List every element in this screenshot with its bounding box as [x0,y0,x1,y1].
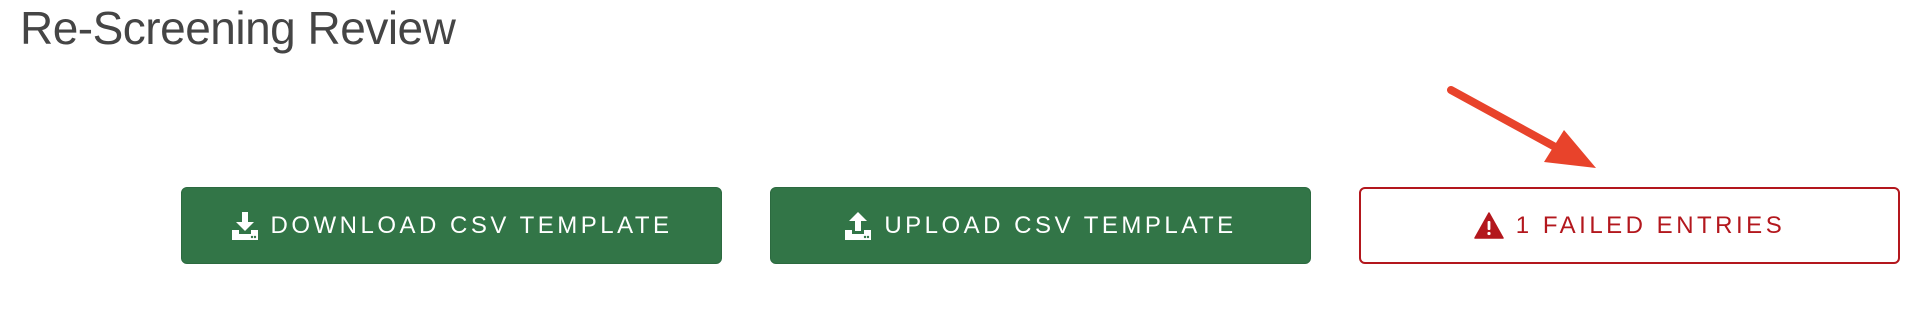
annotation-arrow-icon [1447,86,1596,168]
failed-entries-button[interactable]: 1 FAILED ENTRIES [1359,187,1900,264]
page-title: Re-Screening Review [20,2,456,54]
download-icon [231,211,259,241]
upload-csv-template-button[interactable]: UPLOAD CSV TEMPLATE [770,187,1311,264]
warning-icon [1474,212,1504,239]
upload-icon [844,211,872,241]
download-csv-template-label: DOWNLOAD CSV TEMPLATE [270,211,673,239]
download-csv-template-button[interactable]: DOWNLOAD CSV TEMPLATE [181,187,722,264]
failed-entries-label: 1 FAILED ENTRIES [1515,211,1786,239]
upload-csv-template-label: UPLOAD CSV TEMPLATE [884,211,1237,239]
